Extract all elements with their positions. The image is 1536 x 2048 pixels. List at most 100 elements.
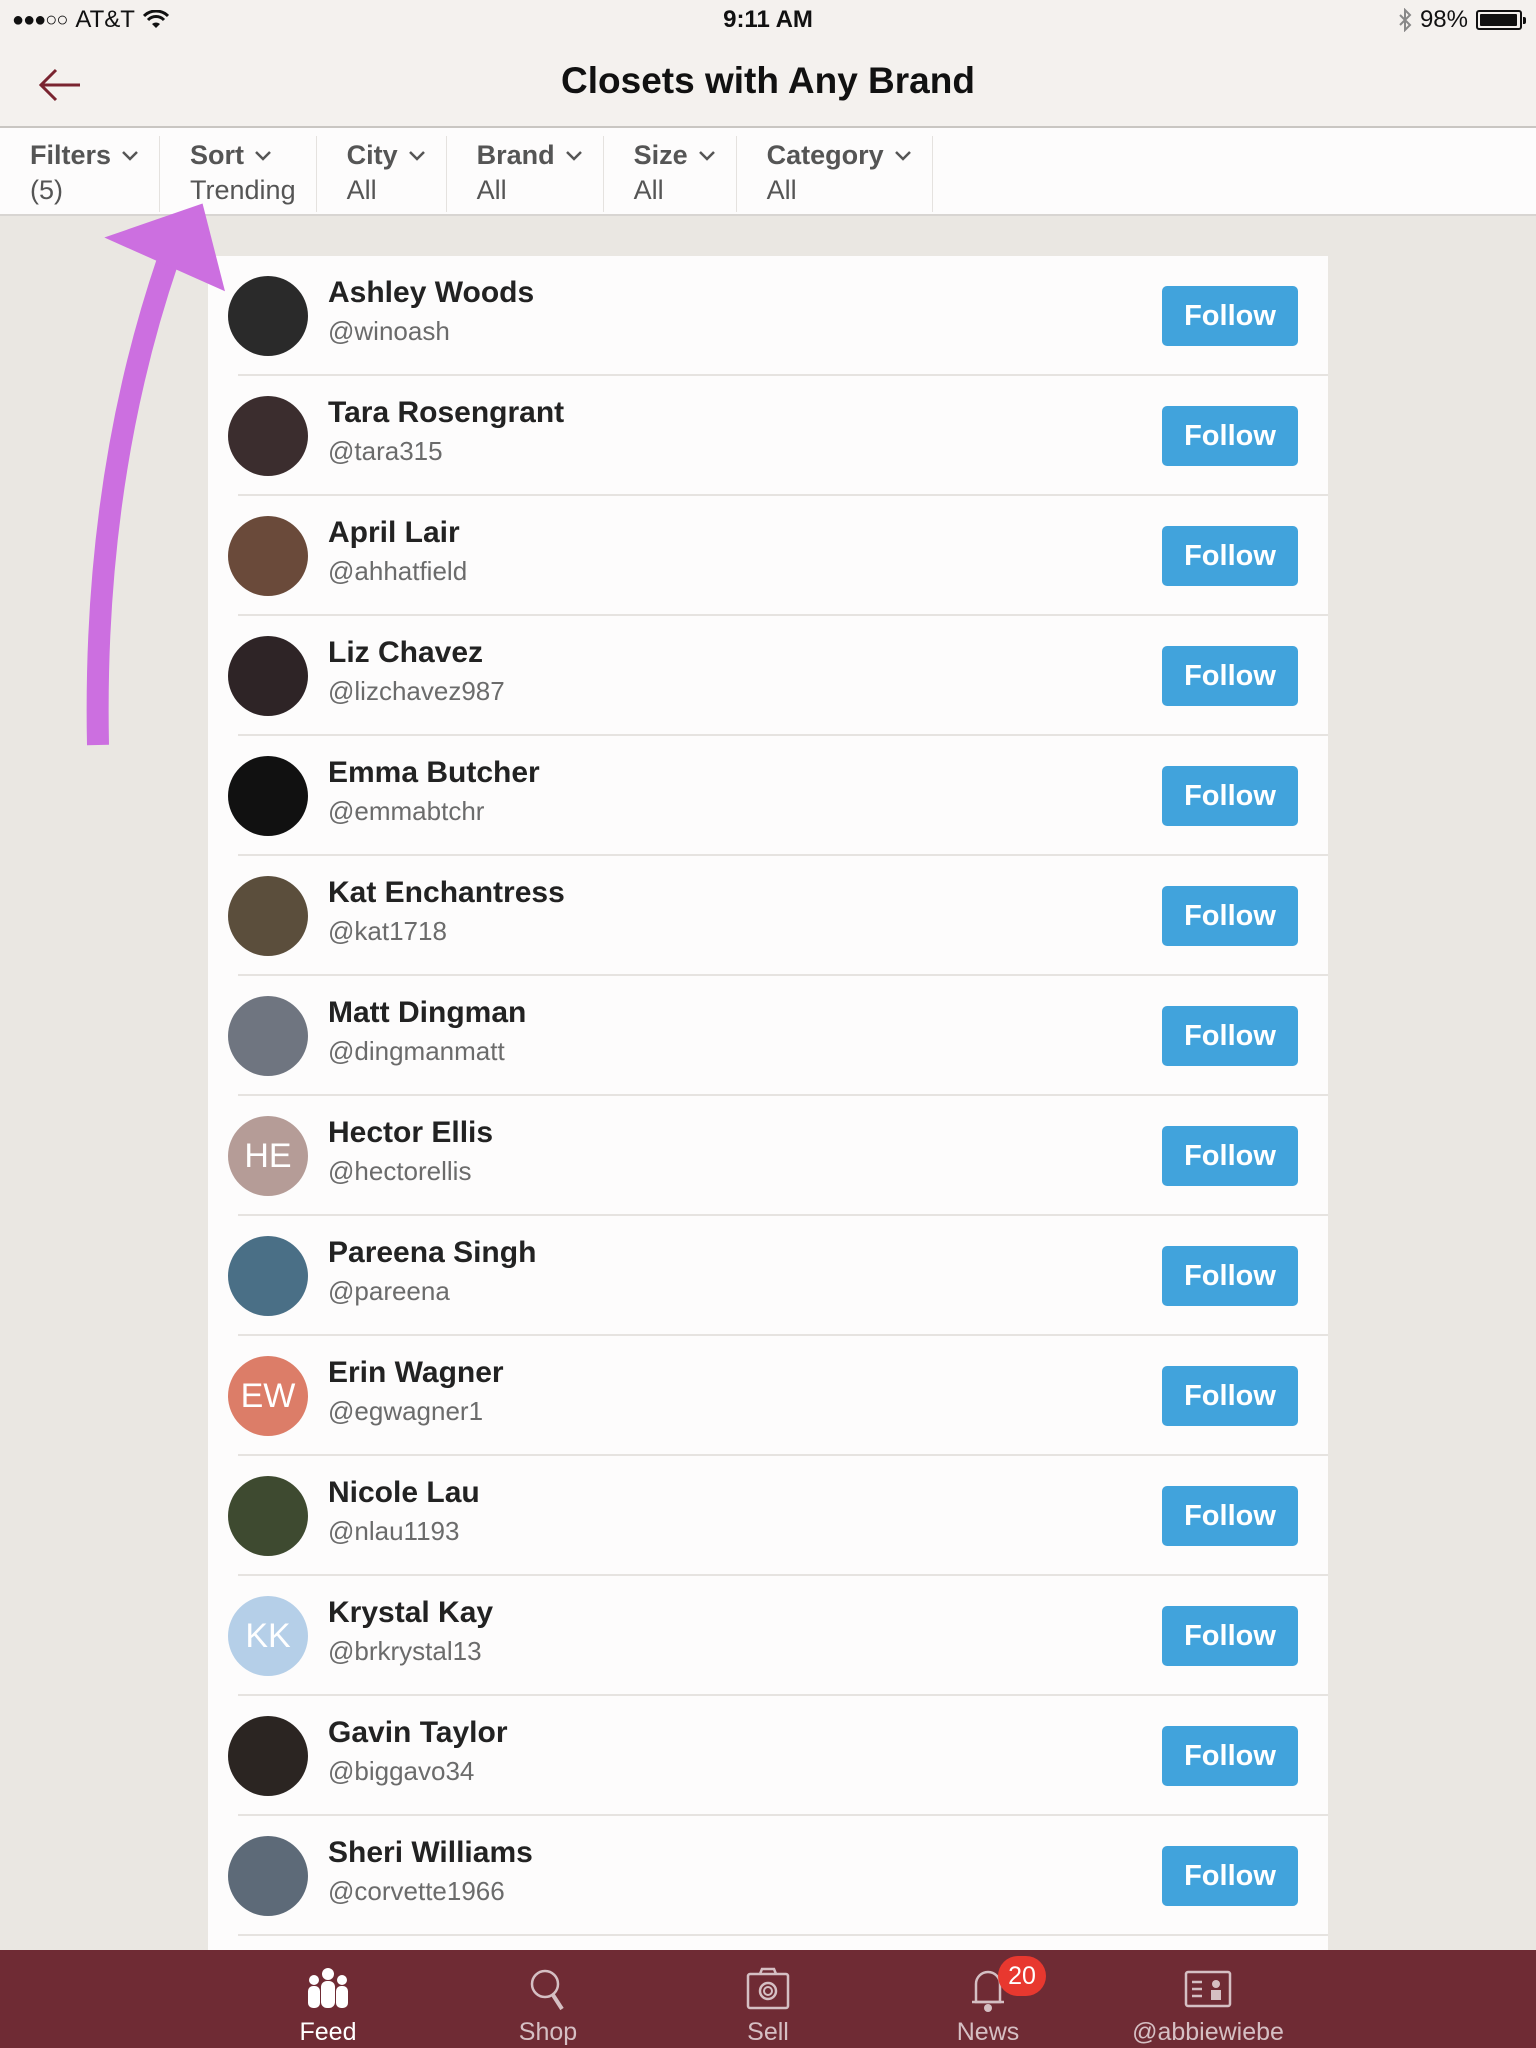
user-name[interactable]: Liz Chavez: [328, 636, 483, 670]
follow-button[interactable]: Follow: [1162, 1126, 1298, 1186]
user-handle: @lizchavez987: [328, 676, 505, 706]
avatar-initials: HE: [244, 1136, 292, 1175]
user-name[interactable]: Kat Enchantress: [328, 876, 565, 910]
list-item[interactable]: Sheri Williams @corvette1966 Follow: [208, 1816, 1328, 1936]
camera-icon: [746, 1967, 790, 2010]
list-item[interactable]: Liz Chavez @lizchavez987 Follow: [208, 616, 1328, 736]
avatar[interactable]: [228, 516, 308, 596]
filter-category[interactable]: Category All: [737, 136, 933, 212]
user-name[interactable]: Ashley Woods: [328, 276, 534, 310]
tab-label: Sell: [747, 2018, 789, 2046]
user-name[interactable]: Matt Dingman: [328, 996, 526, 1030]
user-name[interactable]: Emma Butcher: [328, 756, 540, 790]
tab-sell[interactable]: Sell: [658, 1950, 878, 2048]
user-name[interactable]: Sheri Williams: [328, 1836, 533, 1870]
user-name[interactable]: Nicole Lau: [328, 1476, 480, 1510]
list-item[interactable]: Kat Enchantress @kat1718 Follow: [208, 856, 1328, 976]
filter-sort[interactable]: Sort Trending: [160, 136, 317, 212]
tab-shop[interactable]: Shop: [438, 1950, 658, 2048]
avatar[interactable]: [228, 1836, 308, 1916]
avatar[interactable]: [228, 756, 308, 836]
follow-button[interactable]: Follow: [1162, 1006, 1298, 1066]
follow-button[interactable]: Follow: [1162, 1606, 1298, 1666]
status-time: 9:11 AM: [723, 6, 813, 33]
follow-button[interactable]: Follow: [1162, 1486, 1298, 1546]
user-name[interactable]: Krystal Kay: [328, 1596, 493, 1630]
filter-label: Size: [634, 140, 716, 171]
tab-label: News: [956, 2018, 1020, 2046]
follow-button[interactable]: Follow: [1162, 1366, 1298, 1426]
list-item[interactable]: HE Hector Ellis @hectorellis Follow: [208, 1096, 1328, 1216]
list-item[interactable]: Pareena Singh @pareena Follow: [208, 1216, 1328, 1336]
avatar[interactable]: [228, 396, 308, 476]
filter-label: Category: [767, 140, 912, 171]
tab-bar: Feed Shop Sell News 20 @abbiewiebe: [0, 1950, 1536, 2048]
battery-level: [1480, 14, 1518, 26]
follow-button[interactable]: Follow: [1162, 406, 1298, 466]
user-handle: @brkrystal13: [328, 1636, 482, 1666]
user-name[interactable]: Erin Wagner: [328, 1356, 504, 1390]
avatar[interactable]: EW: [228, 1356, 308, 1436]
avatar[interactable]: [228, 276, 308, 356]
tab-feed[interactable]: Feed: [218, 1950, 438, 2048]
filter-value: (5): [30, 175, 63, 205]
follow-button[interactable]: Follow: [1162, 1726, 1298, 1786]
avatar[interactable]: KK: [228, 1596, 308, 1676]
filter-filters[interactable]: Filters (5): [0, 136, 161, 212]
filter-label: Filters: [30, 140, 139, 171]
list-item[interactable]: Tara Rosengrant @tara315 Follow: [208, 376, 1328, 496]
avatar[interactable]: HE: [228, 1116, 308, 1196]
list-item[interactable]: April Lair @ahhatfield Follow: [208, 496, 1328, 616]
chevron-down-icon: [894, 150, 911, 161]
list-item[interactable]: Ashley Woods @winoash Follow: [208, 256, 1328, 376]
filter-value: Trending: [190, 175, 296, 205]
list-item[interactable]: Nicole Lau @nlau1193 Follow: [208, 1456, 1328, 1576]
user-name[interactable]: April Lair: [328, 516, 460, 550]
bluetooth-icon: [1399, 8, 1412, 32]
follow-button[interactable]: Follow: [1162, 526, 1298, 586]
user-handle: @kat1718: [328, 916, 447, 946]
avatar[interactable]: [228, 636, 308, 716]
avatar-initials: EW: [240, 1376, 296, 1415]
follow-button[interactable]: Follow: [1162, 1246, 1298, 1306]
follow-button[interactable]: Follow: [1162, 1846, 1298, 1906]
user-name[interactable]: Tara Rosengrant: [328, 396, 564, 430]
follow-button[interactable]: Follow: [1162, 886, 1298, 946]
avatar[interactable]: [228, 1236, 308, 1316]
user-handle: @ahhatfield: [328, 556, 468, 586]
list-item[interactable]: Gavin Taylor @biggavo34 Follow: [208, 1696, 1328, 1816]
filter-size[interactable]: Size All: [604, 136, 737, 212]
user-handle: @emmabtchr: [328, 796, 485, 826]
avatar[interactable]: [228, 1476, 308, 1556]
follow-button[interactable]: Follow: [1162, 646, 1298, 706]
list-item[interactable]: Matt Dingman @dingmanmatt Follow: [208, 976, 1328, 1096]
notification-badge: 20: [998, 1956, 1046, 1996]
profile-card-icon: [1184, 1970, 1232, 2008]
tab-news[interactable]: News 20: [878, 1950, 1098, 2048]
user-handle: @winoash: [328, 316, 450, 346]
filter-value: All: [476, 175, 507, 205]
follow-button[interactable]: Follow: [1162, 286, 1298, 346]
filter-city[interactable]: City All: [317, 136, 447, 212]
filter-brand[interactable]: Brand All: [447, 136, 604, 212]
status-bar: ●●●○○ AT&T 9:11 AM 98%: [0, 0, 1536, 42]
avatar[interactable]: [228, 996, 308, 1076]
battery-percent: 98%: [1419, 6, 1468, 33]
avatar[interactable]: [228, 1716, 308, 1796]
list-item[interactable]: KK Krystal Kay @brkrystal13 Follow: [208, 1576, 1328, 1696]
user-name[interactable]: Hector Ellis: [328, 1116, 493, 1150]
user-handle: @pareena: [328, 1276, 450, 1306]
user-handle: @egwagner1: [328, 1396, 484, 1426]
user-name[interactable]: Pareena Singh: [328, 1236, 536, 1270]
filter-label: Brand: [477, 140, 583, 171]
battery-icon: [1476, 10, 1526, 30]
filter-label: Sort: [190, 140, 296, 171]
avatar[interactable]: [228, 876, 308, 956]
list-item[interactable]: Emma Butcher @emmabtchr Follow: [208, 736, 1328, 856]
user-name[interactable]: Gavin Taylor: [328, 1716, 508, 1750]
tab-abbiewiebe[interactable]: @abbiewiebe: [1098, 1950, 1318, 2048]
follow-button[interactable]: Follow: [1162, 766, 1298, 826]
chevron-down-icon: [698, 150, 715, 161]
list-item[interactable]: EW Erin Wagner @egwagner1 Follow: [208, 1336, 1328, 1456]
user-handle: @corvette1966: [328, 1876, 505, 1906]
